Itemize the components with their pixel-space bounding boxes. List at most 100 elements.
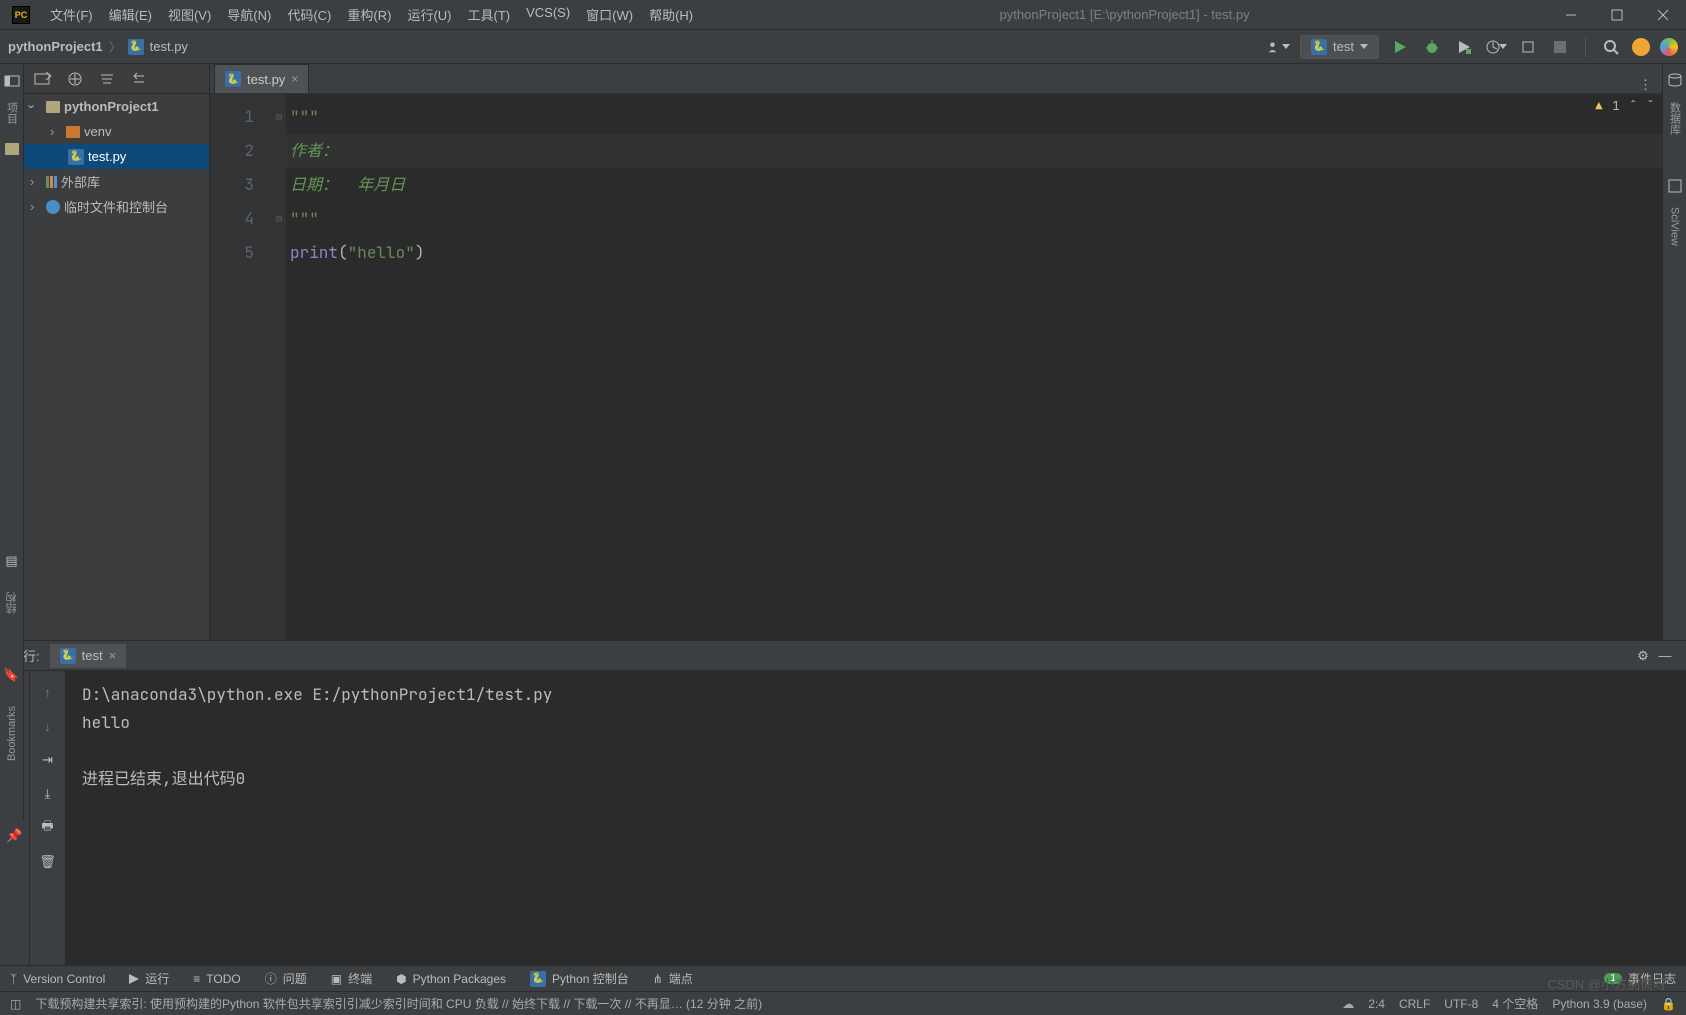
database-tool-icon[interactable] xyxy=(1664,70,1686,92)
tab-endpoints[interactable]: ⋔端点 xyxy=(653,970,693,987)
tab-version-control[interactable]: ᛉVersion Control xyxy=(10,972,105,986)
right-tool-strip: 数据库 SciView xyxy=(1662,64,1686,640)
bookmarks-tool-icon[interactable]: 🔖 xyxy=(1,664,23,686)
menu-navigate[interactable]: 导航(N) xyxy=(219,1,279,28)
close-tab-icon[interactable]: × xyxy=(291,72,298,86)
tree-ext-lib[interactable]: 外部库 xyxy=(24,169,209,194)
collapse-all-icon[interactable] xyxy=(128,68,150,90)
menu-window[interactable]: 窗口(W) xyxy=(578,1,641,28)
menu-code[interactable]: 代码(C) xyxy=(279,1,339,28)
up-stack-icon[interactable]: ↑ xyxy=(37,681,59,703)
run-config-selector[interactable]: 🐍 test xyxy=(1300,35,1379,59)
project-tool-icon[interactable] xyxy=(1,70,23,92)
menu-file[interactable]: 文件(F) xyxy=(42,1,101,28)
chevron-right-icon[interactable] xyxy=(50,124,62,139)
maximize-button[interactable] xyxy=(1594,0,1640,30)
stop-button[interactable] xyxy=(1549,36,1571,58)
minimize-button[interactable] xyxy=(1548,0,1594,30)
tool-windows-icon[interactable]: ◫ xyxy=(10,997,21,1011)
tree-ext-lib-label: 外部库 xyxy=(61,172,100,191)
menu-help[interactable]: 帮助(H) xyxy=(641,1,701,28)
fold-start-icon[interactable]: ⊟ xyxy=(272,100,286,134)
console-output[interactable]: D:\anaconda3\python.exe E:/pythonProject… xyxy=(66,671,1686,965)
sciview-tool-icon[interactable] xyxy=(1664,175,1686,197)
pin-tab-icon[interactable]: 📌 xyxy=(4,825,26,847)
code-paren-close: ) xyxy=(415,242,425,263)
user-icon[interactable] xyxy=(1268,36,1290,58)
menu-vcs[interactable]: VCS(S) xyxy=(518,1,578,28)
soft-wrap-icon[interactable]: ⇥ xyxy=(37,749,59,771)
line-separator[interactable]: CRLF xyxy=(1399,997,1430,1011)
breadcrumb-project[interactable]: pythonProject1 xyxy=(8,39,103,54)
breadcrumb-file[interactable]: test.py xyxy=(150,39,188,54)
clear-all-icon[interactable]: 🗑 xyxy=(37,851,59,873)
tab-python-console[interactable]: 🐍Python 控制台 xyxy=(530,970,629,987)
ide-update-icon[interactable] xyxy=(1632,38,1650,56)
pycharm-icon: PC xyxy=(12,6,30,24)
tree-file-testpy[interactable]: 🐍 test.py xyxy=(24,144,209,169)
code-area[interactable]: """ 作者：日期： 年月日 """ print("hello") xyxy=(286,94,1662,640)
project-tree[interactable]: pythonProject1 venv 🐍 test.py 外部库 临时文件和控… xyxy=(24,94,209,640)
menu-bar: 文件(F) 编辑(E) 视图(V) 导航(N) 代码(C) 重构(R) 运行(U… xyxy=(42,1,701,28)
project-tool-label[interactable]: 项目 xyxy=(4,102,20,124)
search-everywhere-button[interactable] xyxy=(1600,36,1622,58)
menu-refactor[interactable]: 重构(R) xyxy=(339,1,399,28)
project-toolbar xyxy=(24,64,209,94)
editor-body[interactable]: ▲ 1 ˆ ˇ 1 2 3 4 5 ⊟ ⊟ """ 作者：日期： 年月日 """… xyxy=(210,94,1662,640)
close-button[interactable] xyxy=(1640,0,1686,30)
tree-root[interactable]: pythonProject1 xyxy=(24,94,209,119)
status-message[interactable]: 下载预构建共享索引: 使用预构建的Python 软件包共享索引引减少索引时间和 … xyxy=(35,995,762,1012)
prev-highlight-icon[interactable]: ˆ xyxy=(1630,98,1637,114)
python-interpreter[interactable]: Python 3.9 (base) xyxy=(1552,997,1647,1011)
menu-run[interactable]: 运行(U) xyxy=(399,1,459,28)
menu-view[interactable]: 视图(V) xyxy=(160,1,219,28)
lock-icon[interactable]: 🔒 xyxy=(1661,997,1676,1011)
structure-tool-icon[interactable]: ▤ xyxy=(1,550,23,572)
tab-run[interactable]: 运行 xyxy=(129,970,169,987)
editor-tab-testpy[interactable]: 🐍 test.py × xyxy=(214,64,309,93)
sciview-tool-label[interactable]: SciView xyxy=(1669,207,1681,246)
run-settings-icon[interactable]: ⚙ xyxy=(1632,645,1654,667)
tab-problems[interactable]: ⓘ问题 xyxy=(265,970,307,987)
indent[interactable]: 4 个空格 xyxy=(1492,995,1538,1012)
tab-python-packages[interactable]: ⬢Python Packages xyxy=(396,972,506,986)
close-icon[interactable]: × xyxy=(109,648,117,663)
code-with-me-icon[interactable] xyxy=(1660,38,1678,56)
menu-tools[interactable]: 工具(T) xyxy=(459,1,518,28)
expand-all-icon[interactable] xyxy=(96,68,118,90)
inspection-hints[interactable]: ▲ 1 ˆ ˇ xyxy=(1595,98,1654,114)
shared-index-icon[interactable]: ☁ xyxy=(1342,997,1354,1011)
chevron-right-icon[interactable] xyxy=(30,174,42,189)
chevron-down-icon[interactable] xyxy=(30,99,42,114)
profile-button[interactable] xyxy=(1485,36,1507,58)
encoding[interactable]: UTF-8 xyxy=(1444,997,1478,1011)
tree-venv[interactable]: venv xyxy=(24,119,209,144)
tab-terminal[interactable]: ▣终端 xyxy=(331,970,372,987)
scroll-to-end-icon[interactable]: ⤓ xyxy=(37,783,59,805)
scroll-from-source-icon[interactable] xyxy=(64,68,86,90)
attach-button[interactable] xyxy=(1517,36,1539,58)
run-button[interactable] xyxy=(1389,36,1411,58)
down-stack-icon[interactable]: ↓ xyxy=(37,715,59,737)
code-line-1: """ xyxy=(290,106,319,127)
hide-tool-icon[interactable]: — xyxy=(1654,645,1676,667)
caret-position[interactable]: 2:4 xyxy=(1368,997,1385,1011)
structure-tool-label[interactable]: 结构 xyxy=(4,592,20,614)
fold-end-icon[interactable]: ⊟ xyxy=(272,202,286,236)
coverage-button[interactable] xyxy=(1453,36,1475,58)
line-number: 4 xyxy=(210,202,254,236)
select-opened-file-icon[interactable] xyxy=(32,68,54,90)
folder-tool-icon[interactable] xyxy=(1,138,23,160)
tab-todo[interactable]: ≡TODO xyxy=(193,972,240,986)
menu-edit[interactable]: 编辑(E) xyxy=(101,1,160,28)
debug-button[interactable] xyxy=(1421,36,1443,58)
bookmarks-tool-label[interactable]: Bookmarks xyxy=(6,706,18,761)
next-highlight-icon[interactable]: ˇ xyxy=(1647,98,1654,114)
editor-tabbar: 🐍 test.py × ⋮ xyxy=(210,64,1662,94)
tree-scratch[interactable]: 临时文件和控制台 xyxy=(24,194,209,219)
run-tab[interactable]: 🐍 test × xyxy=(50,644,127,668)
database-tool-label[interactable]: 数据库 xyxy=(1667,102,1683,135)
editor-tab-menu[interactable]: ⋮ xyxy=(1629,77,1662,93)
chevron-right-icon[interactable] xyxy=(30,199,42,214)
print-icon[interactable]: 🖶 xyxy=(37,817,59,839)
